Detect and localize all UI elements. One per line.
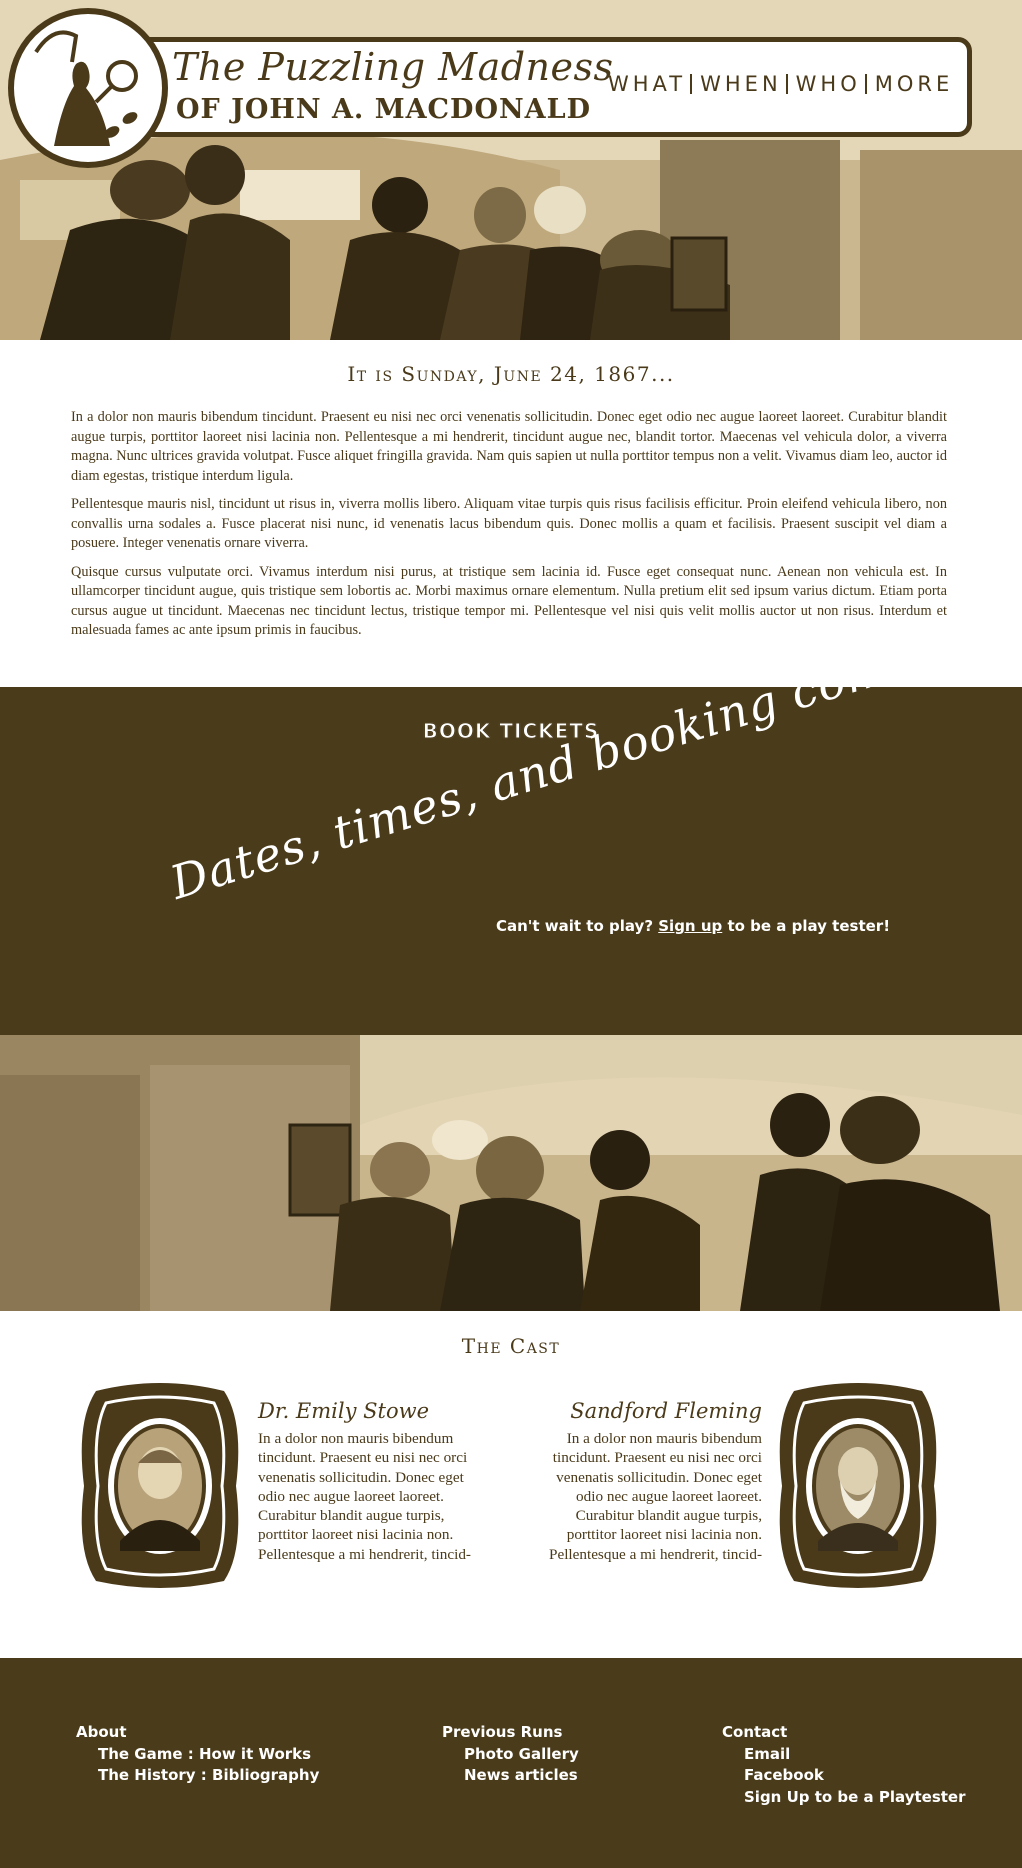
- footer-contact-column: Contact Email Facebook Sign Up to be a P…: [722, 1722, 965, 1808]
- cast-portrait-frame: [774, 1381, 942, 1591]
- footer-contact-heading[interactable]: Contact: [722, 1722, 965, 1744]
- intro-heading: It is Sunday, June 24, 1867...: [347, 362, 675, 386]
- portrait-sandford-fleming-icon: [779, 1383, 937, 1588]
- playtest-prefix: Can't wait to play?: [496, 917, 659, 935]
- nav-divider: [864, 74, 867, 94]
- footer-link-how-it-works[interactable]: The Game : How it Works: [76, 1744, 319, 1766]
- site-title: The Puzzling Madness: [172, 45, 614, 89]
- intro-text: In a dolor non mauris bibendum tincidunt…: [71, 408, 947, 650]
- footer-link-news-articles[interactable]: News articles: [442, 1765, 579, 1787]
- site-subtitle: OF JOHN A. MACDONALD: [176, 94, 592, 125]
- footer-link-playtester-signup[interactable]: Sign Up to be a Playtester: [722, 1787, 965, 1809]
- nav-when[interactable]: WHEN: [700, 72, 782, 96]
- nav-divider: [690, 74, 693, 94]
- signup-link[interactable]: Sign up: [658, 917, 722, 935]
- footer-link-photo-gallery[interactable]: Photo Gallery: [442, 1744, 579, 1766]
- site-footer: About The Game : How it Works The Histor…: [0, 1658, 1022, 1868]
- footer-link-facebook[interactable]: Facebook: [722, 1765, 965, 1787]
- tickets-heading: BOOK TICKETS: [422, 719, 600, 744]
- footer-previous-runs-heading[interactable]: Previous Runs: [442, 1722, 579, 1744]
- portrait-emily-stowe-icon: [81, 1383, 239, 1588]
- nav-divider: [785, 74, 788, 94]
- footer-link-bibliography[interactable]: The History : Bibliography: [76, 1765, 319, 1787]
- playtest-callout: Can't wait to play? Sign up to be a play…: [496, 917, 890, 935]
- cast-name: Dr. Emily Stowe: [258, 1399, 430, 1423]
- intro-paragraph: Quisque cursus vulputate orci. Vivamus i…: [71, 563, 947, 639]
- cast-bio: In a dolor non mauris bibendum tincidunt…: [549, 1430, 762, 1563]
- playtest-suffix: to be a play tester!: [722, 917, 891, 935]
- nav-who[interactable]: WHO: [796, 72, 861, 96]
- tickets-section: BOOK TICKETS Dates, times, and booking c…: [0, 574, 1022, 1035]
- nav-what[interactable]: WHAT: [608, 72, 686, 96]
- footer-about-heading[interactable]: About: [76, 1722, 319, 1744]
- crowd-photo: [0, 1035, 1022, 1311]
- logo-emblem[interactable]: [8, 8, 168, 168]
- intro-paragraph: Pellentesque mauris nisl, tincidunt ut r…: [71, 496, 947, 551]
- footer-about-column: About The Game : How it Works The Histor…: [76, 1722, 319, 1787]
- cast-name: Sandford Fleming: [570, 1399, 762, 1423]
- main-nav: WHAT WHEN WHO MORE: [608, 72, 953, 96]
- lady-silhouette-icon: [34, 30, 138, 146]
- cast-portrait-frame: [76, 1381, 244, 1591]
- cast-heading: The Cast: [461, 1334, 561, 1358]
- intro-paragraph: In a dolor non mauris bibendum tincidunt…: [71, 409, 947, 484]
- cast-bio: In a dolor non mauris bibendum tincidunt…: [258, 1430, 471, 1563]
- footer-previous-runs-column: Previous Runs Photo Gallery News article…: [442, 1722, 579, 1787]
- nav-more[interactable]: MORE: [875, 72, 954, 96]
- footer-link-email[interactable]: Email: [722, 1744, 965, 1766]
